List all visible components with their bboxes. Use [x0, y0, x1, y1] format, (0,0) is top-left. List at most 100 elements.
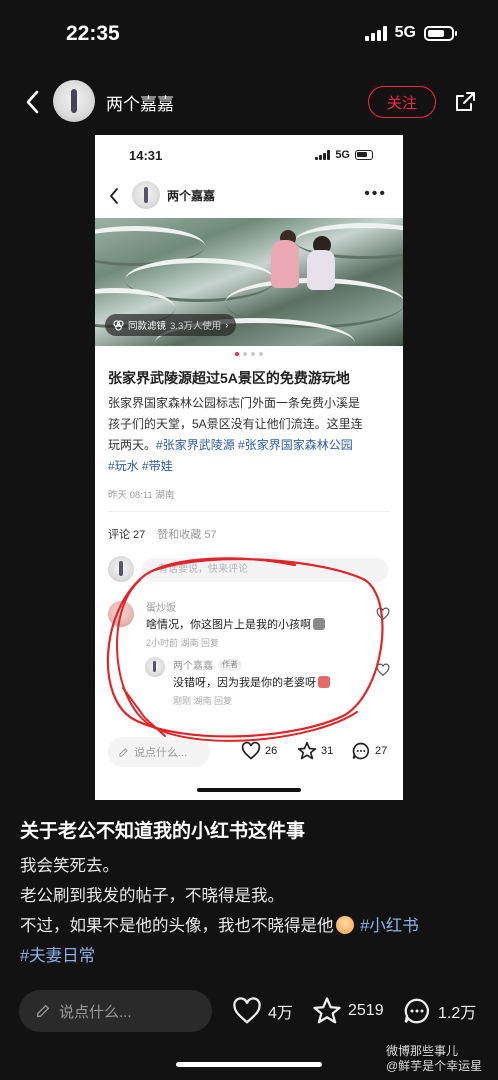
embedded-action-bar: 说点什么... 26 31 27 [95, 737, 403, 771]
reply-item: 两个嘉嘉 作者 没错呀，因为我是你的老婆呀 刚刚 湖南 回复 [145, 657, 390, 707]
tab-likes: 赞和收藏 57 [157, 529, 217, 541]
post-caption: 我会笑死去。 老公刷到我发的帖子，不晓得是我。 不过，如果不是他的头像，我也不晓… [20, 851, 490, 971]
home-indicator [176, 1062, 322, 1067]
embedded-author-name: 两个嘉嘉 [167, 189, 216, 203]
filter-count: 3.3万人使用 [170, 321, 222, 332]
embedded-status-right: 5G [315, 149, 373, 161]
author-avatar[interactable] [53, 80, 95, 122]
watermark-line-1: 微博那些事儿 [386, 1044, 459, 1058]
post-photo: 同款滤镜 3.3万人使用 › [95, 218, 403, 346]
bottom-action-bar: 说点什么... 4万 2519 1.2万 [0, 988, 498, 1036]
embedded-battery-icon [355, 150, 373, 160]
tag-2: #张家界国家森林公园 [238, 438, 353, 452]
comment-icon [352, 742, 370, 760]
post-title: 关于老公不知道我的小红书这件事 [20, 821, 306, 842]
emoji-icon [313, 618, 325, 630]
author-badge: 作者 [218, 658, 242, 671]
comment-text: 啥情况，你这图片上是我的小孩啊 [146, 616, 325, 632]
commenter-avatar [108, 601, 134, 627]
embedded-like: 26 [241, 741, 277, 761]
tag-1: #张家界武陵源 [156, 438, 235, 452]
body-line-1: 张家界国家森林公园标志门外面一条免费小溪是 [108, 396, 361, 410]
body-line-2: 孩子们的天堂，5A景区没有让他们流连。这里连 [108, 417, 363, 431]
embedded-network-label: 5G [335, 149, 350, 161]
embedded-comment-count: 27 [375, 745, 388, 757]
filter-label: 同款滤镜 [128, 321, 167, 332]
embedded-status-bar: 14:31 5G [95, 135, 403, 175]
heart-icon [241, 741, 261, 760]
reply-name: 两个嘉嘉 [173, 661, 213, 672]
share-icon[interactable] [453, 90, 477, 114]
carousel-dots [95, 352, 403, 356]
divider [108, 511, 390, 512]
status-bar: 22:35 5G [0, 0, 498, 70]
embedded-star-count: 31 [321, 745, 334, 757]
reply-text: 没错呀，因为我是你的老婆呀 [173, 674, 330, 690]
watermark: 微博那些事儿 @鲜芋是个幸运星 [386, 1044, 482, 1074]
laughing-emoji-icon [335, 916, 354, 934]
say-placeholder: 说点什么... [59, 1003, 132, 1021]
embedded-like-count: 26 [265, 745, 278, 757]
caption-tag-1[interactable]: #小红书 [360, 917, 419, 935]
embedded-status-time: 14:31 [129, 148, 163, 163]
comment-item: 蛋炒饭 啥情况，你这图片上是我的小孩啊 2小时前 湖南 回复 [108, 599, 390, 649]
comment-meta: 2小时前 湖南 回复 [146, 638, 220, 648]
caption-line-1: 我会笑死去。 [20, 857, 119, 875]
say-something-input[interactable]: 说点什么... [19, 990, 212, 1032]
author-name[interactable]: 两个嘉嘉 [106, 90, 174, 115]
embedded-author-avatar [132, 181, 160, 209]
star-count: 2519 [348, 1002, 384, 1019]
heart-icon [376, 663, 390, 677]
heart-icon [233, 997, 261, 1024]
back-icon[interactable] [22, 88, 44, 116]
network-label: 5G [394, 24, 416, 41]
embedded-say-input: 说点什么... [108, 737, 210, 767]
embedded-signal-icon [315, 150, 331, 160]
body-line-3: 玩两天。 [108, 438, 157, 452]
embedded-back-icon [110, 188, 118, 204]
post-header: 两个嘉嘉 关注 [0, 78, 498, 126]
star-button[interactable]: 2519 [312, 996, 384, 1026]
my-avatar [108, 556, 134, 582]
status-time: 22:35 [66, 22, 120, 45]
caption-tag-2[interactable]: #夫妻日常 [20, 947, 95, 965]
tag-3: #玩水 [108, 459, 139, 473]
embedded-screenshot: 14:31 5G 两个嘉嘉 ••• 同款滤镜 3.3万人使用 › 张家界武陵源超… [95, 135, 403, 800]
embedded-post-title: 张家界武陵源超过5A景区的免费游玩地 [108, 370, 350, 386]
embedded-post-body: 张家界国家森林公园标志门外面一条免费小溪是 孩子们的天堂，5A景区没有让他们流连… [108, 393, 394, 477]
filter-chip: 同款滤镜 3.3万人使用 › [105, 314, 237, 336]
reply-meta: 刚刚 湖南 回复 [173, 696, 233, 706]
more-icon: ••• [364, 185, 387, 202]
comment-count: 1.2万 [438, 1005, 477, 1022]
star-icon [313, 997, 341, 1024]
caption-line-2: 老公刷到我发的帖子，不晓得是我。 [20, 887, 284, 905]
embedded-header: 两个嘉嘉 ••• [95, 179, 403, 215]
reply-avatar [145, 657, 165, 677]
like-count: 4万 [268, 1005, 293, 1022]
caption-line-3: 不过，如果不是他的头像，我也不晓得是他 [20, 917, 334, 935]
reply-name-row: 两个嘉嘉 作者 [173, 657, 242, 672]
status-right: 5G [364, 24, 457, 42]
chevron-right-icon: › [225, 319, 229, 331]
tab-comments: 评论 27 [108, 529, 146, 541]
filter-icon [113, 319, 124, 331]
comment-button[interactable]: 1.2万 [402, 996, 476, 1026]
tag-4: #带娃 [142, 459, 173, 473]
follow-button[interactable]: 关注 [368, 86, 436, 118]
my-comment-row: 有话要说，快来评论 [108, 556, 390, 584]
pencil-icon [37, 1004, 50, 1017]
embedded-star: 31 [297, 741, 333, 761]
battery-icon [424, 25, 457, 41]
heart-icon [376, 607, 390, 621]
comment-input: 有话要说，快来评论 [142, 558, 388, 582]
post-date: 昨天 08:11 湖南 [108, 490, 175, 501]
star-icon [297, 741, 317, 760]
comment-icon [404, 998, 429, 1024]
like-button[interactable]: 4万 [232, 996, 293, 1026]
pencil-icon [119, 747, 128, 757]
embedded-say-placeholder: 说点什么... [134, 747, 188, 759]
embedded-comment: 27 [351, 741, 387, 761]
signal-icon [364, 25, 387, 41]
embedded-home-indicator [197, 788, 301, 792]
comment-tabs: 评论 27 赞和收藏 57 [108, 526, 217, 542]
